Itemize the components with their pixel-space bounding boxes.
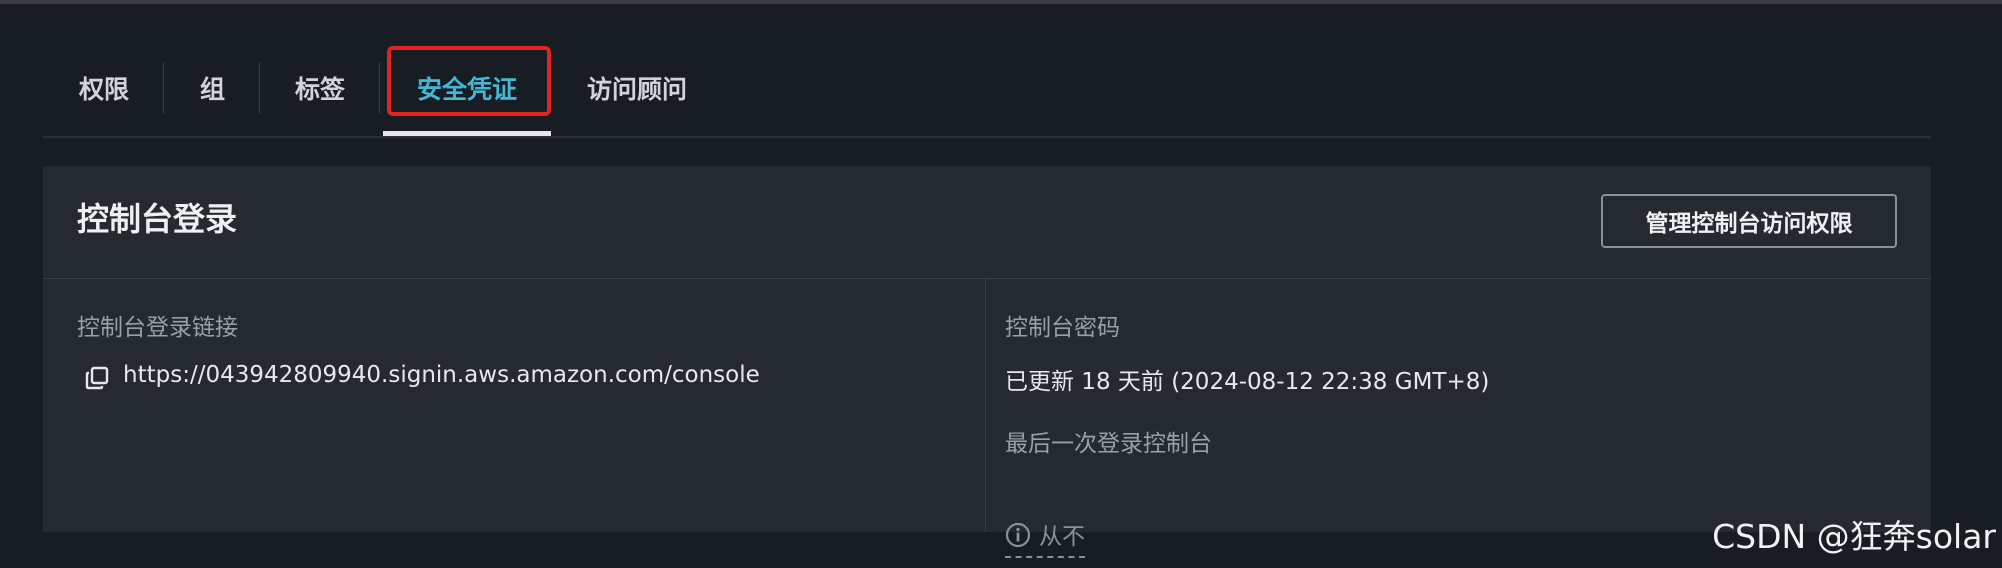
tab-permissions[interactable]: 权限: [79, 44, 129, 132]
copy-icon[interactable]: [85, 366, 109, 390]
signin-link-label: 控制台登录链接: [77, 315, 238, 341]
signin-link-section: 控制台登录链接 https://043942809940.signin.aws.…: [43, 278, 986, 532]
tab-groups[interactable]: 组: [200, 44, 225, 132]
last-login-label: 最后一次登录控制台: [1005, 431, 1212, 457]
password-updated-value: 已更新 18 天前 (2024-08-12 22:38 GMT+8): [1005, 369, 1490, 395]
password-section: 控制台密码 已更新 18 天前 (2024-08-12 22:38 GMT+8)…: [985, 278, 1931, 558]
signin-link-value[interactable]: https://043942809940.signin.aws.amazon.c…: [123, 362, 760, 388]
highlight-box: [387, 46, 551, 116]
last-login-value-row[interactable]: 从不: [1005, 522, 1085, 558]
password-label: 控制台密码: [1005, 315, 1120, 341]
tab-divider: [379, 62, 380, 114]
tab-divider: [163, 62, 164, 114]
panel-title: 控制台登录: [77, 200, 238, 238]
watermark: CSDN @狂奔solar: [1712, 517, 1996, 556]
page: 权限 组 标签 安全凭证 访问顾问 控制台登录 管理控制台访问权限 控制台登录链…: [0, 0, 2002, 568]
info-icon: [1005, 522, 1031, 548]
tab-divider: [259, 62, 260, 114]
manage-console-access-button[interactable]: 管理控制台访问权限: [1601, 194, 1897, 248]
tab-access-advisor[interactable]: 访问顾问: [587, 44, 687, 132]
console-signin-panel: 控制台登录 管理控制台访问权限 控制台登录链接 https://04394280…: [43, 166, 1931, 558]
panel-header: 控制台登录 管理控制台访问权限: [43, 166, 1931, 279]
tab-bar: 权限 组 标签 安全凭证 访问顾问: [43, 44, 1931, 138]
last-login-value: 从不: [1039, 524, 1085, 550]
tab-tags[interactable]: 标签: [295, 44, 345, 132]
active-tab-indicator: [383, 131, 551, 136]
